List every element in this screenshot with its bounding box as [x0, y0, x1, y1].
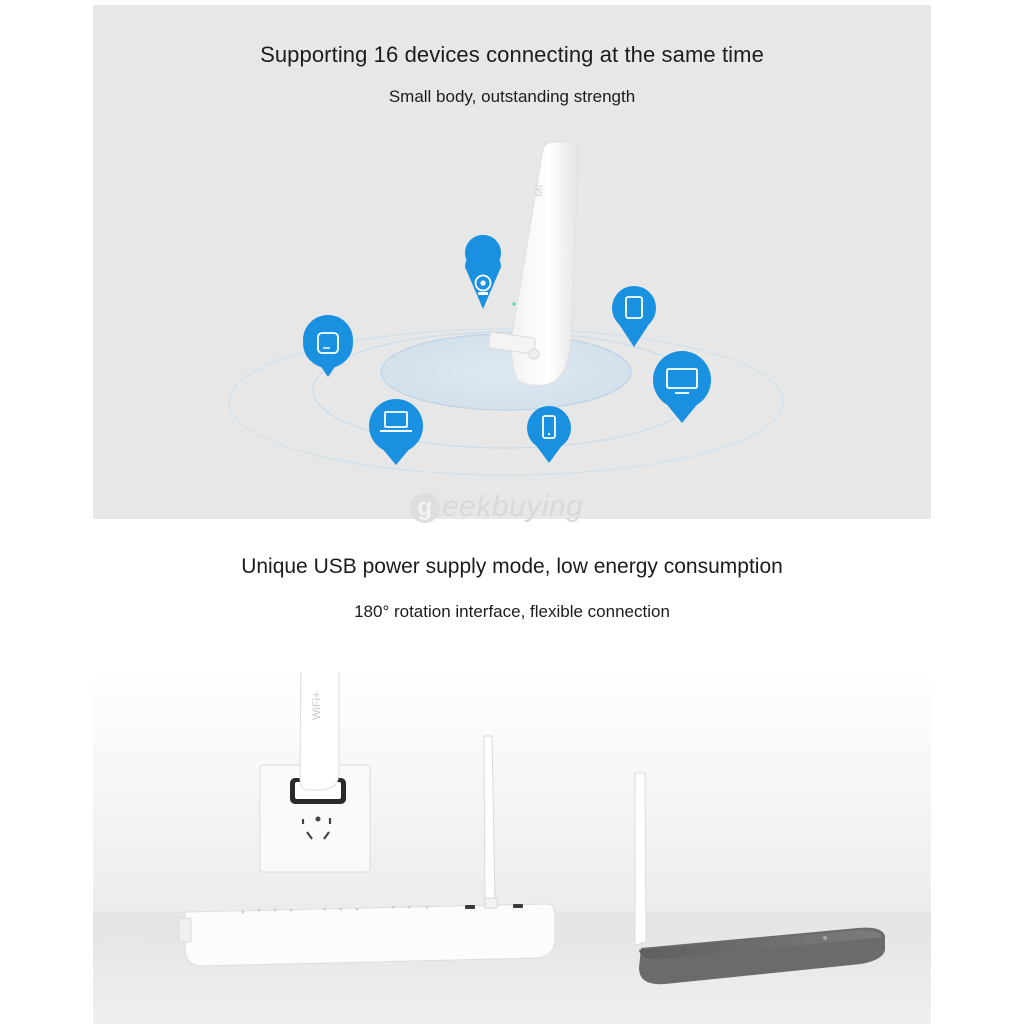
pin-phone — [527, 406, 571, 463]
wifi-repeater: MI — [487, 141, 580, 386]
pin-tv — [653, 351, 711, 423]
mi-logo: MI — [533, 184, 546, 197]
pin-camera — [465, 234, 502, 309]
repeater-wall: WiFi+ — [299, 672, 340, 791]
section2-subtitle: 180° rotation interface, flexible connec… — [354, 602, 670, 621]
section2-title: Unique USB power supply mode, low energy… — [241, 555, 783, 578]
wifi-plus-label: WiFi+ — [311, 692, 323, 720]
hinge-joint — [528, 348, 540, 360]
camera-pin-shape — [465, 249, 501, 309]
pin-laptop — [369, 399, 423, 465]
devices-scene: MI — [228, 141, 784, 476]
section1-title: Supporting 16 devices connecting at the … — [260, 42, 764, 67]
pin-hub — [303, 315, 353, 377]
hero-panel-top: MI — [93, 5, 931, 519]
watermark-g-icon: g — [410, 493, 440, 524]
wall — [93, 672, 931, 912]
status-led — [512, 302, 516, 306]
section1-subtitle: Small body, outstanding strength — [388, 87, 636, 106]
watermark-logo: g eekbuying — [410, 490, 583, 524]
usage-scene: WiFi+ — [93, 672, 931, 1024]
usage-photo-panel: WiFi+ — [93, 672, 931, 1024]
watermark-text: eekbuying — [442, 490, 584, 523]
pin-tablet — [612, 286, 656, 347]
power-strip — [178, 903, 556, 967]
